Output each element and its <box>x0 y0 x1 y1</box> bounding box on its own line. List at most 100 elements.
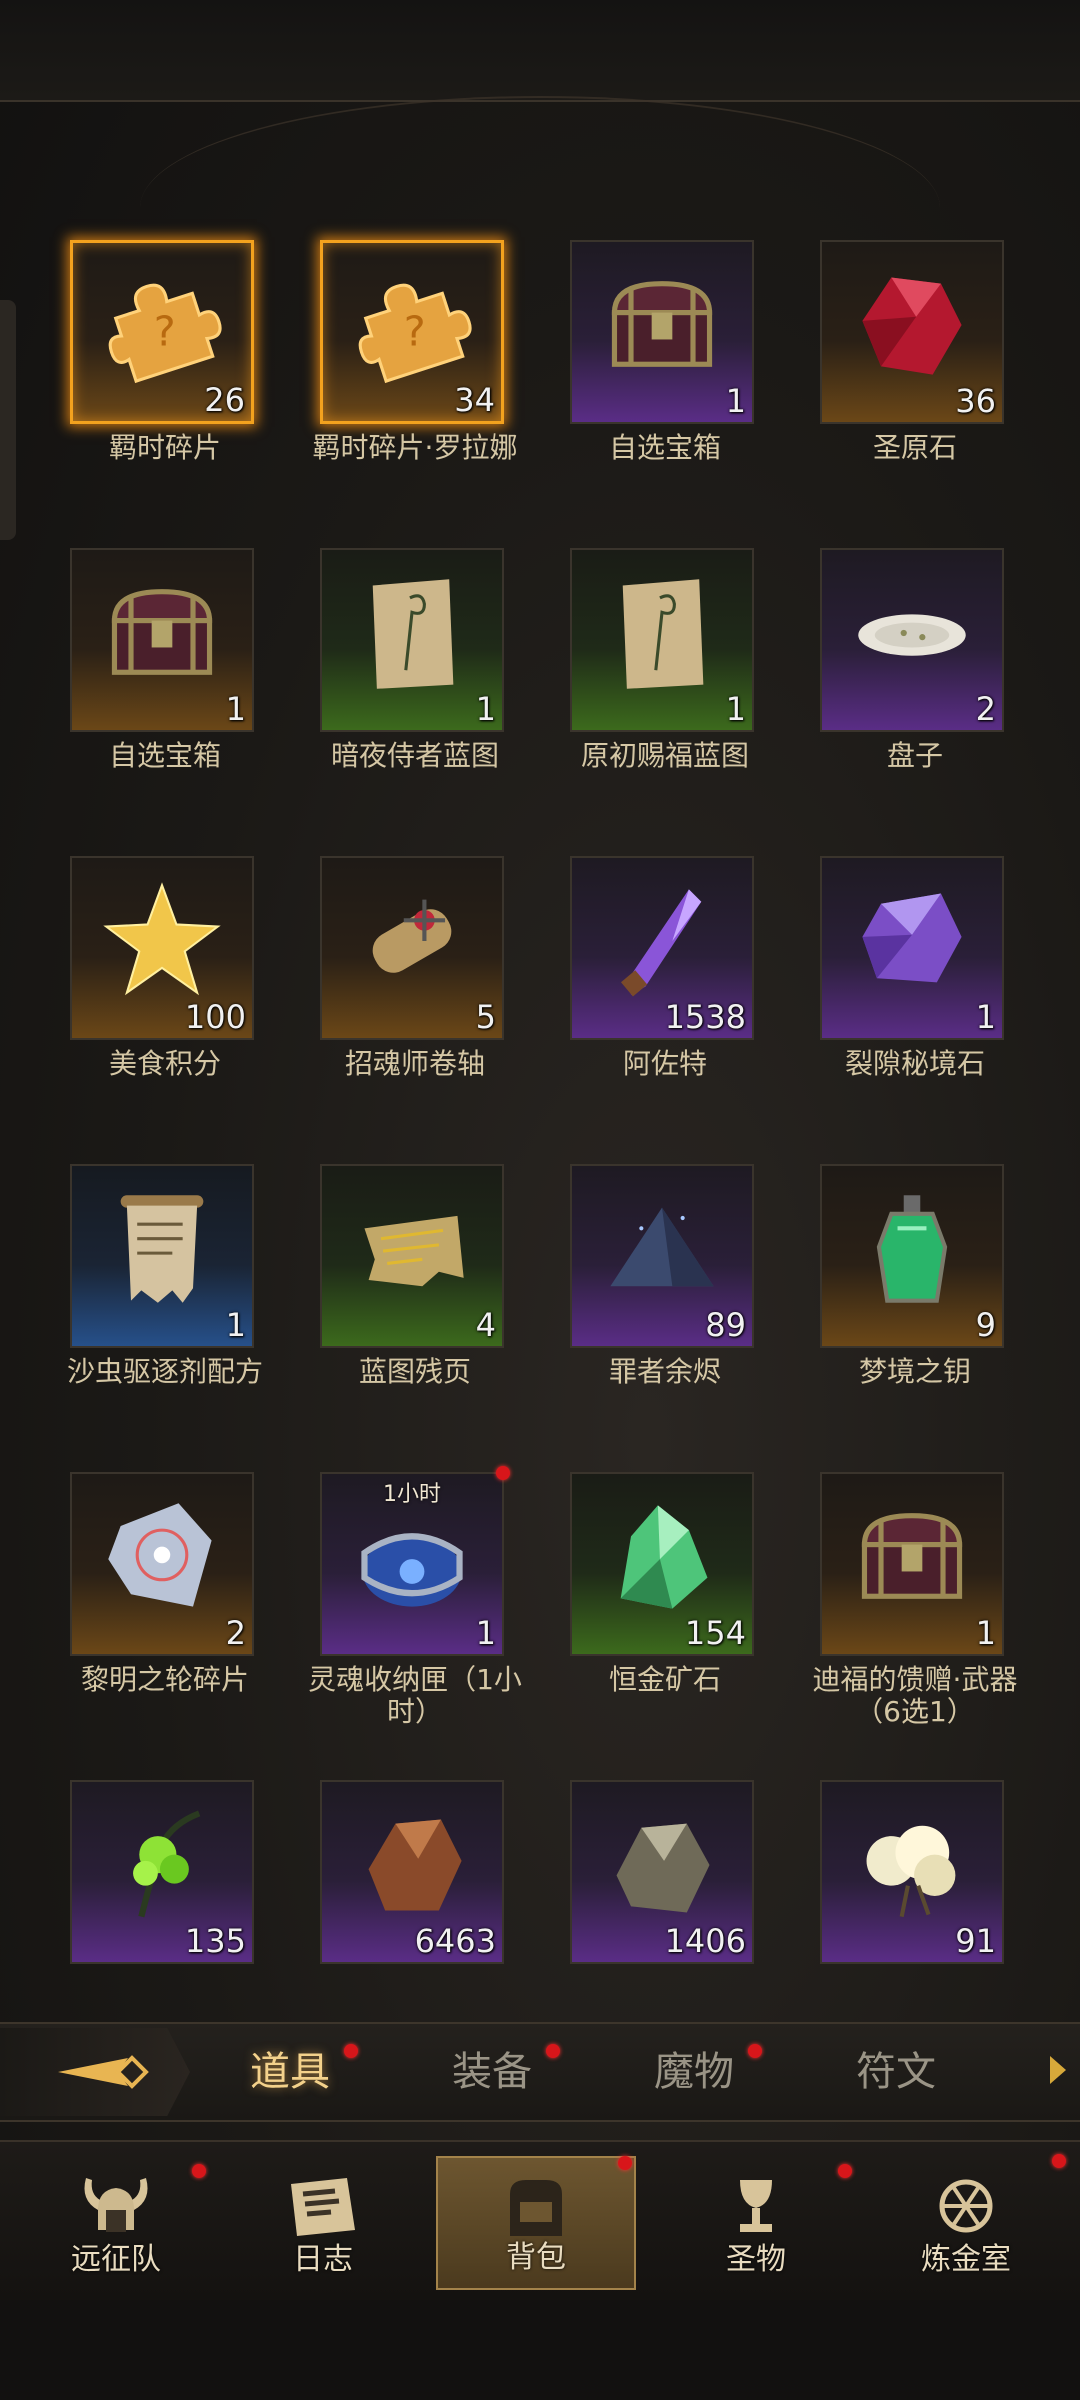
inventory-item[interactable]: 1 裂隙秘境石 <box>750 856 1004 1086</box>
item-count: 135 <box>184 1922 246 1960</box>
treasure-chest-icon <box>850 1495 974 1619</box>
tab-equipment[interactable]: 装备 <box>412 2024 572 2120</box>
item-tile[interactable]: 1 <box>570 240 754 424</box>
alchemy-icon <box>939 2179 993 2233</box>
tab-items[interactable]: 道具 <box>210 2024 370 2120</box>
inventory-item[interactable]: 6463 <box>250 1780 504 2010</box>
nav-alchemy[interactable]: 炼金室 <box>866 2154 1066 2290</box>
green-ore-icon <box>600 1495 724 1619</box>
inventory-item[interactable]: 1406 <box>500 1780 754 2010</box>
nav-expedition[interactable]: 远征队 <box>16 2156 216 2290</box>
inventory-item[interactable]: 5 招魂师卷轴 <box>250 856 504 1086</box>
inventory-item[interactable]: 1 自选宝箱 <box>0 548 254 778</box>
inventory-item[interactable]: 2 盘子 <box>750 548 1004 778</box>
inventory-item[interactable]: 1 迪福的馈赠·武器（6选1） <box>750 1472 1017 1728</box>
item-count: 2 <box>975 690 996 728</box>
item-tile[interactable]: 1 <box>70 1164 254 1348</box>
inventory-item[interactable]: 100 美食积分 <box>0 856 254 1086</box>
treasure-chest-icon <box>600 263 724 387</box>
svg-text:?: ? <box>404 308 426 356</box>
cloud-flower-icon <box>850 1803 974 1927</box>
journal-icon <box>291 2178 355 2236</box>
item-tile[interactable]: 1 <box>70 548 254 732</box>
nav-expedition-badge <box>192 2164 206 2178</box>
item-timer: 1小时 <box>383 1482 441 1507</box>
item-tile[interactable]: 91 <box>820 1780 1004 1964</box>
inventory-item[interactable]: ? 26 羁时碎片 <box>0 240 254 470</box>
item-tile[interactable]: ? 26 <box>70 240 254 424</box>
item-tile[interactable]: 154 <box>570 1472 754 1656</box>
item-tile[interactable]: 1小时 1 <box>320 1472 504 1656</box>
item-count: 1 <box>475 1614 496 1652</box>
inventory-item[interactable]: 2 黎明之轮碎片 <box>0 1472 254 1702</box>
nav-alchemy-label: 炼金室 <box>921 2242 1011 2277</box>
item-tile[interactable]: 1 <box>820 1472 1004 1656</box>
category-tab-bar: 道具 装备 魔物 符文 <box>0 2022 1080 2122</box>
inventory-item[interactable]: 135 <box>0 1780 254 2010</box>
top-frame <box>0 0 1080 102</box>
inventory-item[interactable]: 1 沙虫驱逐剂配方 <box>0 1164 263 1394</box>
tab-equipment-badge <box>546 2044 560 2058</box>
inventory-item[interactable]: 4 蓝图残页 <box>250 1164 504 1394</box>
soul-box-icon <box>350 1495 474 1619</box>
inventory-item[interactable]: 1 自选宝箱 <box>500 240 754 470</box>
nav-journal[interactable]: 日志 <box>223 2156 423 2290</box>
chalice-icon <box>740 2180 772 2232</box>
item-tile[interactable]: 1 <box>320 548 504 732</box>
tab-monsters[interactable]: 魔物 <box>614 2024 774 2120</box>
inventory-item[interactable]: ? 34 羁时碎片·罗拉娜 <box>250 240 517 470</box>
item-count: 34 <box>454 381 495 419</box>
item-count: 89 <box>705 1306 746 1344</box>
item-tile[interactable]: 1 <box>570 548 754 732</box>
item-count: 154 <box>684 1614 746 1652</box>
item-tile[interactable]: 6463 <box>320 1780 504 1964</box>
ash-pile-icon <box>600 1187 724 1311</box>
inventory-item[interactable]: 1538 阿佐特 <box>500 856 754 1086</box>
item-tile[interactable]: 100 <box>70 856 254 1040</box>
item-count: 91 <box>955 1922 996 1960</box>
inventory-item[interactable]: 1 暗夜侍者蓝图 <box>250 548 504 778</box>
inventory-item[interactable]: 1 原初赐福蓝图 <box>500 548 754 778</box>
inventory-item[interactable]: 1小时 1 灵魂收纳匣（1小时） <box>250 1466 522 1728</box>
item-count: 26 <box>204 381 245 419</box>
nav-relics[interactable]: 圣物 <box>656 2156 856 2290</box>
item-name: 盘子 <box>886 739 943 772</box>
puzzle-piece-icon: ? <box>100 263 224 387</box>
inventory-item[interactable]: 89 罪者余烬 <box>500 1164 754 1394</box>
inventory-item[interactable]: 36 圣原石 <box>750 240 1004 470</box>
item-tile[interactable]: ? 34 <box>320 240 504 424</box>
tab-scroll-right-icon[interactable] <box>1050 2056 1066 2084</box>
item-count: 1538 <box>664 998 746 1036</box>
puzzle-piece-icon: ? <box>350 263 474 387</box>
item-count: 36 <box>955 382 996 420</box>
item-tile[interactable]: 4 <box>320 1164 504 1348</box>
item-tile[interactable]: 2 <box>70 1472 254 1656</box>
item-count: 2 <box>225 1614 246 1652</box>
item-tile[interactable]: 135 <box>70 1780 254 1964</box>
inventory-item[interactable]: 9 梦境之钥 <box>750 1164 1004 1394</box>
purple-crystal-icon <box>850 879 974 1003</box>
inventory-item[interactable]: 154 恒金矿石 <box>500 1472 754 1702</box>
bottom-frame <box>0 2300 1080 2400</box>
item-tile[interactable]: 5 <box>320 856 504 1040</box>
item-tile[interactable]: 1538 <box>570 856 754 1040</box>
svg-text:?: ? <box>154 308 176 356</box>
item-tile[interactable]: 2 <box>820 548 1004 732</box>
item-name: 裂隙秘境石 <box>844 1047 985 1080</box>
shard-icon <box>100 1495 224 1619</box>
nav-backpack[interactable]: 背包 <box>436 2156 636 2290</box>
torn-page-icon <box>350 1187 474 1311</box>
green-spore-icon <box>100 1803 224 1927</box>
item-tile[interactable]: 9 <box>820 1164 1004 1348</box>
item-tile[interactable]: 36 <box>820 240 1004 424</box>
item-tile[interactable]: 89 <box>570 1164 754 1348</box>
viking-helmet-icon <box>84 2178 148 2232</box>
nav-expedition-label: 远征队 <box>71 2242 161 2277</box>
nav-journal-label: 日志 <box>293 2242 353 2277</box>
back-button[interactable] <box>0 2028 190 2116</box>
item-tile[interactable]: 1 <box>820 856 1004 1040</box>
nav-alchemy-badge <box>1052 2154 1066 2168</box>
item-tile[interactable]: 1406 <box>570 1780 754 1964</box>
tab-runes[interactable]: 符文 <box>816 2024 976 2120</box>
inventory-item[interactable]: 91 <box>750 1780 1004 2010</box>
